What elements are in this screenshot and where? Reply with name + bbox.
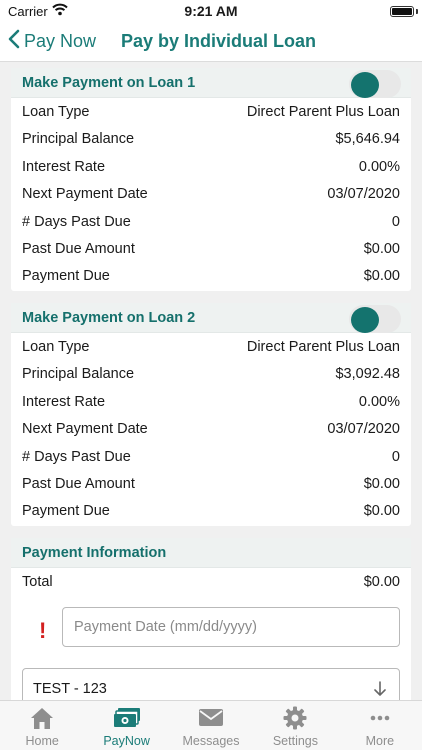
tab-label: More bbox=[365, 734, 395, 748]
loan-row: Past Due Amount $0.00 bbox=[11, 235, 411, 262]
row-label: Principal Balance bbox=[22, 131, 135, 148]
row-label: Past Due Amount bbox=[22, 475, 135, 492]
status-bar: Carrier 9:21 AM bbox=[0, 0, 422, 22]
loan-row: Payment Due $0.00 bbox=[11, 497, 411, 524]
page-title: Pay by Individual Loan bbox=[121, 31, 317, 51]
warning-icon: ! bbox=[39, 618, 47, 643]
home-icon bbox=[29, 706, 55, 735]
tab-bar: Home PayNow Messages Settings More bbox=[0, 700, 422, 750]
loan-row: Payment Due $0.00 bbox=[11, 262, 411, 289]
row-label: Payment Due bbox=[22, 268, 110, 285]
account-select-value: TEST - 123 bbox=[33, 681, 107, 697]
row-value: $0.00 bbox=[363, 268, 400, 285]
tab-home[interactable]: Home bbox=[0, 701, 84, 750]
tab-settings[interactable]: Settings bbox=[253, 701, 337, 750]
row-label: Next Payment Date bbox=[22, 186, 148, 203]
row-value: 0.00% bbox=[358, 393, 400, 410]
battery-icon bbox=[390, 6, 414, 17]
row-label: Next Payment Date bbox=[22, 421, 148, 438]
tab-paynow[interactable]: PayNow bbox=[84, 701, 168, 750]
loan-row: Principal Balance $5,646.94 bbox=[11, 125, 411, 152]
tab-messages[interactable]: Messages bbox=[169, 701, 253, 750]
payment-info-header: Payment Information bbox=[11, 538, 411, 568]
tab-label: Settings bbox=[272, 734, 318, 748]
row-label: Loan Type bbox=[22, 104, 90, 120]
row-value: $0.00 bbox=[363, 475, 400, 492]
account-select[interactable]: TEST - 123 bbox=[22, 668, 400, 700]
loan-1-toggle[interactable] bbox=[349, 70, 401, 98]
row-value: Direct Parent Plus Loan bbox=[246, 339, 400, 355]
more-icon bbox=[368, 706, 392, 735]
row-value: 03/07/2020 bbox=[327, 421, 400, 438]
loan-2-toggle[interactable] bbox=[349, 305, 401, 333]
row-value: $0.00 bbox=[363, 503, 400, 520]
row-value: 0 bbox=[391, 213, 400, 230]
arrow-down-icon bbox=[373, 681, 387, 700]
loan-row: Past Due Amount $0.00 bbox=[11, 470, 411, 497]
toggle-knob bbox=[351, 72, 379, 98]
gear-icon bbox=[283, 706, 307, 735]
content-area[interactable]: Make Payment on Loan 1 Loan Type Direct … bbox=[0, 62, 422, 700]
envelope-icon bbox=[198, 706, 224, 733]
navigation-bar: Pay Now Pay by Individual Loan bbox=[0, 22, 422, 62]
total-value: $0.00 bbox=[363, 574, 400, 590]
row-label: Loan Type bbox=[22, 339, 90, 355]
row-label: Past Due Amount bbox=[22, 240, 135, 257]
loan-card-2: Make Payment on Loan 2 Loan Type Direct … bbox=[11, 303, 411, 526]
total-row: Total $0.00 bbox=[11, 568, 411, 595]
row-value: 03/07/2020 bbox=[327, 186, 400, 203]
loan-card-1: Make Payment on Loan 1 Loan Type Direct … bbox=[11, 68, 411, 291]
loan-card-header: Make Payment on Loan 2 bbox=[11, 303, 411, 333]
chevron-left-icon bbox=[8, 29, 20, 54]
payment-info-card: Payment Information Total $0.00 ! TEST -… bbox=[11, 538, 411, 700]
loan-card-title: Make Payment on Loan 2 bbox=[22, 310, 196, 326]
total-label: Total bbox=[22, 574, 53, 590]
row-value: 0.00% bbox=[358, 158, 400, 175]
money-icon bbox=[112, 706, 142, 735]
row-label: Principal Balance bbox=[22, 366, 135, 383]
row-value: $5,646.94 bbox=[335, 131, 400, 148]
loan-row: Interest Rate 0.00% bbox=[11, 153, 411, 180]
row-label: Interest Rate bbox=[22, 158, 106, 175]
loan-row: # Days Past Due 0 bbox=[11, 443, 411, 470]
row-value: $3,092.48 bbox=[335, 366, 400, 383]
row-label: # Days Past Due bbox=[22, 448, 131, 465]
tab-label: Home bbox=[25, 734, 59, 748]
loan-card-title: Make Payment on Loan 1 bbox=[22, 75, 196, 91]
back-button-label: Pay Now bbox=[24, 31, 97, 51]
toggle-knob bbox=[351, 307, 379, 333]
row-value: Direct Parent Plus Loan bbox=[246, 104, 400, 120]
row-label: Interest Rate bbox=[22, 393, 106, 410]
row-value: 0 bbox=[391, 448, 400, 465]
loan-row: Next Payment Date 03/07/2020 bbox=[11, 415, 411, 442]
tab-label: PayNow bbox=[103, 734, 150, 748]
loan-row: Next Payment Date 03/07/2020 bbox=[11, 180, 411, 207]
loan-row: # Days Past Due 0 bbox=[11, 208, 411, 235]
loan-row: Interest Rate 0.00% bbox=[11, 388, 411, 415]
battery-tip bbox=[416, 9, 418, 14]
loan-row: Principal Balance $3,092.48 bbox=[11, 360, 411, 387]
loan-card-header: Make Payment on Loan 1 bbox=[11, 68, 411, 98]
row-label: Payment Due bbox=[22, 503, 110, 520]
status-time: 9:21 AM bbox=[184, 3, 238, 19]
back-button[interactable]: Pay Now bbox=[8, 29, 96, 54]
payment-date-input[interactable] bbox=[62, 607, 400, 647]
row-value: $0.00 bbox=[363, 240, 400, 257]
tab-more[interactable]: More bbox=[338, 701, 422, 750]
payment-info-title: Payment Information bbox=[22, 545, 167, 561]
loan-row: Loan Type Direct Parent Plus Loan bbox=[11, 333, 411, 360]
row-label: # Days Past Due bbox=[22, 213, 131, 230]
tab-label: Messages bbox=[182, 734, 240, 748]
loan-row: Loan Type Direct Parent Plus Loan bbox=[11, 98, 411, 125]
